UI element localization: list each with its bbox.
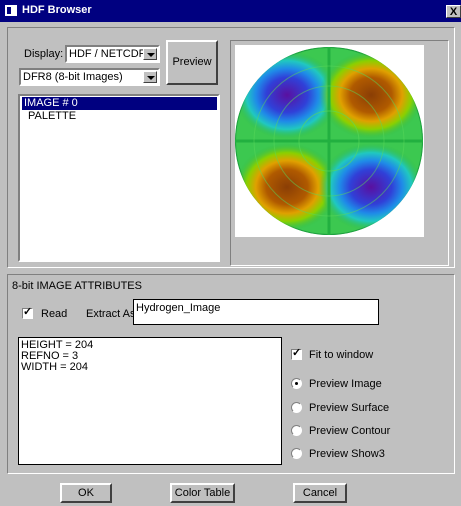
- type-select[interactable]: DFR8 (8-bit Images): [19, 68, 160, 86]
- preview-button[interactable]: Preview: [166, 40, 218, 85]
- fit-to-window-label: Fit to window: [309, 349, 374, 361]
- attributes-header: 8-bit IMAGE ATTRIBUTES: [12, 280, 142, 292]
- chevron-down-icon[interactable]: [143, 71, 157, 83]
- radio-selected-dot: [295, 382, 298, 385]
- top-panel: Display: HDF / NETCDF DFR8 (8-bit Images…: [7, 27, 455, 268]
- hydrogen-orbital-image: [235, 47, 423, 235]
- display-label: Display:: [24, 48, 64, 60]
- preview-show3-radio[interactable]: [291, 448, 302, 459]
- display-select-value: HDF / NETCDF: [69, 48, 146, 60]
- preview-contour-label: Preview Contour: [309, 425, 391, 437]
- checkmark-icon: ✓: [292, 347, 302, 359]
- preview-show3-label: Preview Show3: [309, 448, 385, 460]
- extract-as-field[interactable]: Hydrogen_Image: [133, 299, 379, 325]
- type-select-value: DFR8 (8-bit Images): [23, 71, 123, 83]
- display-select[interactable]: HDF / NETCDF: [65, 45, 160, 63]
- window-icon: [5, 5, 17, 16]
- preview-image-label: Preview Image: [309, 378, 382, 390]
- dialog-body: Display: HDF / NETCDF DFR8 (8-bit Images…: [0, 22, 461, 506]
- item-list[interactable]: IMAGE # 0 PALETTE: [18, 94, 220, 262]
- extract-label: Extract As:: [86, 308, 139, 320]
- preview-contour-radio[interactable]: [291, 425, 302, 436]
- list-item[interactable]: IMAGE # 0: [22, 97, 217, 110]
- preview-canvas: [235, 45, 424, 237]
- fit-to-window-checkbox[interactable]: ✓: [291, 347, 302, 360]
- color-table-button[interactable]: Color Table: [170, 483, 235, 503]
- attribute-line: WIDTH = 204: [21, 361, 88, 373]
- preview-surface-radio[interactable]: [291, 402, 302, 413]
- cancel-button[interactable]: Cancel: [293, 483, 347, 503]
- attributes-panel: 8-bit IMAGE ATTRIBUTES ✓ Read Extract As…: [7, 274, 455, 474]
- attributes-info-box: HEIGHT = 204 REFNO = 3 WIDTH = 204: [18, 337, 282, 465]
- preview-panel: [230, 40, 449, 266]
- window-title: HDF Browser: [22, 4, 92, 16]
- title-bar: HDF Browser X: [0, 0, 461, 22]
- list-item[interactable]: PALETTE: [22, 110, 76, 123]
- ok-button[interactable]: OK: [60, 483, 112, 503]
- read-checkbox[interactable]: ✓: [22, 306, 33, 319]
- checkmark-icon: ✓: [23, 306, 33, 318]
- close-button[interactable]: X: [446, 5, 461, 18]
- read-label: Read: [41, 308, 68, 320]
- preview-image-radio[interactable]: [291, 378, 302, 389]
- preview-surface-label: Preview Surface: [309, 402, 390, 414]
- chevron-down-icon[interactable]: [143, 48, 157, 60]
